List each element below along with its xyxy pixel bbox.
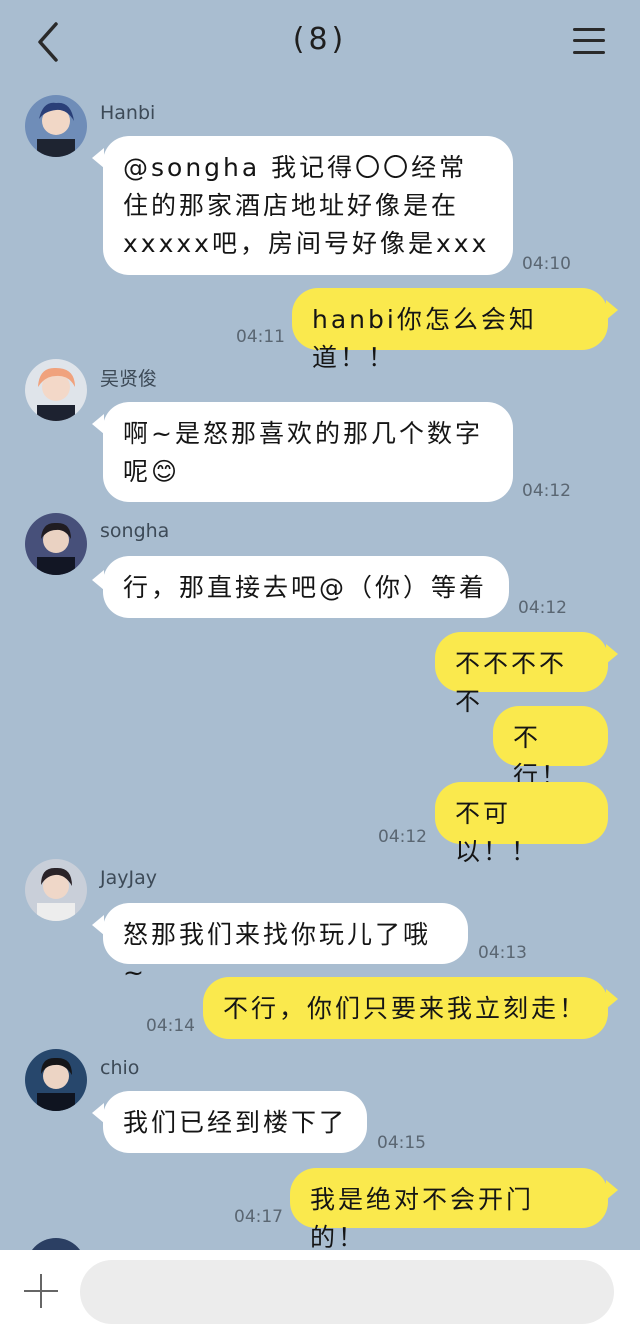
own-message-bubble[interactable]: 不行，你们只要来我立刻走！	[203, 977, 608, 1039]
avatar-wuxianjun[interactable]	[25, 359, 87, 421]
menu-button[interactable]	[570, 24, 610, 58]
own-message-bubble[interactable]: 不可以！！	[435, 782, 608, 866]
message-time: 04:12	[378, 827, 427, 847]
message-bubble[interactable]: @songha 我记得〇〇经常住的那家酒店地址好像是在xxxxx吧，房间号好像是…	[103, 136, 513, 275]
own-message-bubble[interactable]: 我是绝对不会开门的！	[290, 1168, 608, 1252]
own-message-bubble[interactable]: 不不不不不	[435, 632, 608, 716]
message-bubble[interactable]: 怒那我们来找你玩儿了哦~	[103, 903, 468, 987]
message-time: 04:14	[146, 1016, 195, 1036]
message-bubble[interactable]: 我们已经到楼下了	[103, 1091, 367, 1153]
message-time: 04:11	[236, 327, 285, 347]
avatar-songha[interactable]	[25, 513, 87, 575]
message-bubble[interactable]: 啊~是怒那喜欢的那几个数字呢😊	[103, 402, 513, 502]
message-time: 04:13	[478, 943, 527, 963]
message-bubble[interactable]: 行，那直接去吧@（你）等着	[103, 556, 509, 618]
sender-name: songha	[100, 520, 170, 542]
own-message-bubble[interactable]: 不行！	[493, 706, 608, 790]
plus-icon[interactable]	[24, 1274, 58, 1308]
message-time: 04:10	[522, 254, 571, 274]
chat-title: (8)	[292, 22, 348, 57]
message-time: 04:17	[234, 1207, 283, 1227]
avatar-jayjay[interactable]	[25, 859, 87, 921]
own-message-bubble[interactable]: hanbi你怎么会知道！！	[292, 288, 608, 372]
avatar-chio[interactable]	[25, 1049, 87, 1111]
message-time: 04:12	[518, 598, 567, 618]
sender-name: JayJay	[100, 867, 157, 889]
message-input-bar	[0, 1250, 640, 1333]
sender-name: chio	[100, 1057, 140, 1079]
message-input[interactable]	[80, 1260, 614, 1324]
sender-name: Hanbi	[100, 102, 156, 124]
message-time: 04:12	[522, 481, 571, 501]
avatar-hanbi[interactable]	[25, 95, 87, 157]
chat-header: (8)	[0, 0, 640, 88]
message-time: 04:15	[377, 1133, 426, 1153]
sender-name: 吴贤俊	[100, 368, 158, 390]
hamburger-menu-icon	[573, 28, 605, 31]
